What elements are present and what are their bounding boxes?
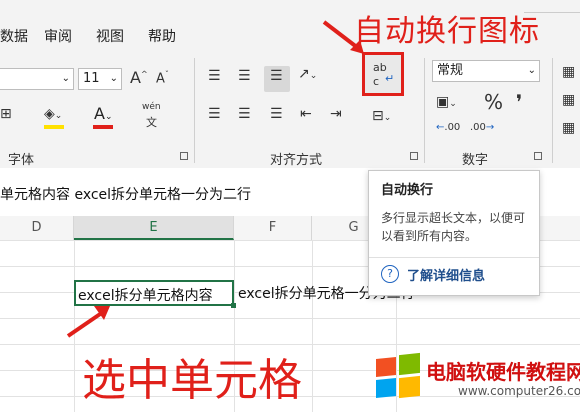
tab-review[interactable]: 审阅	[44, 26, 72, 46]
align-center-icon[interactable]: ☰	[238, 106, 251, 122]
shrink-font-icon[interactable]: Aˇ	[156, 70, 169, 86]
font-size-value: 11	[83, 71, 100, 86]
wrap-text-button[interactable]: ab c ↵	[362, 52, 404, 96]
wrap-icon-annotation: 自动换行图标	[354, 14, 540, 49]
phonetic-top: wén	[142, 102, 161, 112]
align-left-icon[interactable]: ☰	[208, 106, 221, 122]
font-color-icon[interactable]: A⌄	[94, 104, 113, 123]
tab-view[interactable]: 视图	[96, 26, 124, 46]
table-format-icon[interactable]: ▦	[562, 92, 575, 108]
increase-decimal-icon[interactable]: ←.00	[436, 122, 460, 133]
annotation-arrow-bottom	[66, 306, 110, 338]
align-right-icon[interactable]: ☰	[270, 106, 283, 122]
separator	[424, 58, 425, 163]
fill-color-swatch	[44, 125, 64, 129]
select-cell-annotation: 选中单元格	[82, 355, 302, 406]
decrease-decimal-icon[interactable]: .00→	[470, 122, 494, 133]
wrap-arrow-icon: ↵	[385, 72, 395, 85]
tooltip-divider	[369, 257, 539, 258]
percent-icon[interactable]: %	[484, 90, 503, 114]
tooltip-title: 自动换行	[381, 183, 434, 198]
annotation-arrow-top	[322, 20, 364, 54]
windows-logo-icon	[376, 352, 422, 400]
align-middle-icon[interactable]: ☰	[238, 68, 251, 84]
font-size-dropdown[interactable]: 11 ⌄	[78, 68, 122, 90]
grow-font-icon[interactable]: A^	[130, 68, 148, 87]
font-color-swatch	[93, 125, 113, 129]
separator	[194, 58, 195, 163]
font-group-label: 字体	[8, 153, 35, 168]
column-header-d[interactable]: D	[0, 216, 74, 240]
watermark-title: 电脑软硬件教程网	[426, 360, 580, 384]
font-name-dropdown[interactable]: ⌄	[0, 68, 74, 90]
phonetic-icon[interactable]: 文	[146, 114, 157, 130]
column-header-e[interactable]: E	[74, 216, 234, 240]
border-icon[interactable]: ⊞	[0, 106, 12, 122]
accounting-format-icon[interactable]: ▣⌄	[436, 94, 457, 110]
fill-handle[interactable]	[231, 303, 236, 308]
conditional-format-icon[interactable]: ▦	[562, 64, 575, 80]
number-group-label: 数字	[462, 153, 489, 168]
align-top-icon[interactable]: ☰	[208, 68, 221, 84]
orientation-icon[interactable]: ↗⌄	[298, 66, 317, 82]
grid-line	[312, 240, 313, 412]
alignment-group-launcher[interactable]	[410, 152, 418, 160]
ribbon: ⌄ 11 ⌄ A^ Aˇ ⊞ ◈⌄ A⌄ wén 文 字体 ☰ ☰ ☰ ↗⌄ ☰ …	[0, 48, 580, 169]
formula-content: 单元格内容 excel拆分单元格一分为二行	[0, 187, 252, 203]
tooltip-body: 多行显示超长文本，以便可以看到所有内容。	[381, 211, 526, 243]
column-header-f[interactable]: F	[234, 216, 312, 240]
merge-center-icon[interactable]: ⊟⌄	[372, 108, 391, 124]
increase-indent-icon[interactable]: ⇥	[330, 106, 342, 122]
separator	[552, 58, 553, 163]
number-group-launcher[interactable]	[534, 152, 542, 160]
tab-data[interactable]: 数据	[0, 26, 28, 46]
fill-color-icon[interactable]: ◈⌄	[44, 106, 62, 122]
number-format-dropdown[interactable]: 常规 ⌄	[432, 60, 540, 82]
learn-more-link[interactable]: 了解详细信息	[407, 265, 485, 284]
alignment-group-label: 对齐方式	[270, 153, 323, 168]
wrap-text-tooltip: 自动换行 多行显示超长文本，以便可以看到所有内容。 ? 了解详细信息	[368, 170, 540, 296]
comma-style-icon[interactable]: ❜	[516, 90, 522, 114]
tab-help[interactable]: 帮助	[148, 26, 176, 46]
decrease-indent-icon[interactable]: ⇤	[300, 106, 312, 122]
align-bottom-icon: ☰	[270, 68, 283, 84]
font-group-launcher[interactable]	[180, 152, 188, 160]
help-icon: ?	[381, 265, 399, 283]
watermark-url: www.computer26.com	[458, 384, 580, 398]
wrap-text-icon-c: c	[373, 75, 380, 88]
cell-styles-icon[interactable]: ▦	[562, 120, 575, 136]
